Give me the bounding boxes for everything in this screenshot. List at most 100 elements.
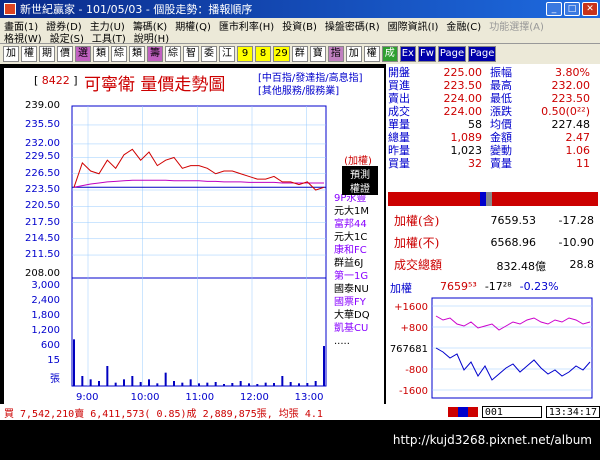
menu2-item-2[interactable]: 工具(T)	[88, 30, 130, 45]
window-title: 新世紀贏家 - 101/05/03 - 個股走勢：播報順序	[20, 3, 253, 16]
status-color-bar	[447, 407, 478, 417]
quote-cell: 223.50	[443, 79, 483, 92]
time-tick-label: 9:00	[76, 392, 99, 403]
toolbar-button-23[interactable]: Fw	[417, 46, 436, 62]
toolbar-button-0[interactable]: 加	[3, 46, 19, 62]
warrant-item[interactable]: 元大1M	[334, 205, 386, 218]
menu2-item-1[interactable]: 設定(S)	[46, 30, 88, 45]
volume-tick-label: 3,000	[31, 280, 60, 291]
mini-index-label: 加權	[390, 282, 412, 295]
quote-cell: 買量	[388, 157, 410, 170]
quote-cell: 賣量	[490, 157, 512, 170]
time-tick-label: 12:00	[240, 392, 269, 403]
price-tick-label: 229.50	[25, 151, 60, 163]
price-tick-label: 214.50	[25, 232, 60, 244]
warrant-item[interactable]: 元大1C	[334, 231, 386, 244]
turnover-label: 成交總額	[394, 258, 443, 272]
volume-tick-label: 1,800	[31, 310, 60, 321]
toolbar-button-3[interactable]: 價	[57, 46, 73, 62]
quote-cell: 225.00	[443, 66, 483, 79]
warrant-item[interactable]: 富邦44	[334, 218, 386, 231]
mini-tick-label: +800	[401, 323, 428, 334]
menu2-item-0[interactable]: 格視(W)	[0, 30, 46, 45]
price-tick-label: 235.50	[25, 118, 60, 130]
toolbar-button-5[interactable]: 類	[93, 46, 109, 62]
quote-row: 總量 1,089 金額 2.47	[386, 131, 600, 144]
toolbar-button-20[interactable]: 權	[363, 46, 380, 62]
quote-row: 單量 58 均價 227.48	[386, 118, 600, 131]
quote-cell: 總量	[388, 131, 410, 144]
minimize-button[interactable]: _	[546, 2, 562, 16]
quote-cell: 昨量	[388, 144, 410, 157]
watermark-url: http://kujd3268.pixnet.net/album	[0, 420, 600, 450]
toolbar-button-12[interactable]: 江	[219, 46, 235, 62]
index-label-excl: 加權(不)	[394, 236, 440, 250]
menu-item-5[interactable]: 匯市利率(H)	[215, 18, 278, 33]
maximize-button[interactable]: □	[564, 2, 580, 16]
turnover-value: 832.48億	[496, 260, 547, 273]
mini-index-line-2	[435, 315, 591, 331]
toolbar-button-22[interactable]: Ex	[399, 46, 416, 62]
quote-row: 買進 223.50 最高 232.00	[386, 79, 600, 92]
menu-item-9[interactable]: 金融(C)	[442, 18, 485, 33]
warrant-item[interactable]: 凱基CU	[334, 322, 386, 335]
warrant-item[interactable]: 大華DQ	[334, 309, 386, 322]
warrant-item[interactable]: .....	[334, 335, 386, 348]
close-button[interactable]: ✕	[582, 2, 598, 16]
toolbar-button-7[interactable]: 類	[129, 46, 145, 62]
toolbar-button-21[interactable]: 成	[381, 46, 398, 62]
toolbar-button-13[interactable]: 9	[237, 46, 253, 62]
mini-index-chart: +1600 +800 767681 -800 -1600	[390, 296, 596, 402]
quote-row: 賣出 224.00 最低 223.50	[386, 92, 600, 105]
mini-tick-label: -1600	[399, 386, 428, 397]
toolbar-button-19[interactable]: 加	[345, 46, 362, 62]
price-tick-label: 232.00	[25, 137, 60, 149]
menu-item-7[interactable]: 操盤密碼(R)	[321, 18, 384, 33]
trade-summary: 買 7,542,210賣 6,411,573( 0.85)成 2,889,875…	[4, 408, 323, 420]
clock: 13:34:17	[545, 406, 600, 418]
warrant-item[interactable]: 國票FY	[334, 296, 386, 309]
side-head-2: 權證	[342, 180, 378, 195]
menu-item-8[interactable]: 國際資訊(I)	[384, 18, 443, 33]
warrant-item[interactable]: 群益6J	[334, 257, 386, 270]
menu-item-6[interactable]: 投資(B)	[278, 18, 321, 33]
toolbar-button-6[interactable]: 綜	[111, 46, 127, 62]
price-line	[73, 148, 325, 191]
price-tick-label: 239.00	[25, 100, 60, 111]
toolbar-button-4[interactable]: 選	[75, 46, 91, 62]
menu-item-10[interactable]: 功能選擇(A)	[485, 18, 548, 33]
turnover-change: 28.8	[569, 258, 595, 271]
toolbar-button-17[interactable]: 寶	[309, 46, 326, 62]
quote-row: 成交 224.00 漲跌 0.50(0²²)	[386, 105, 600, 118]
quote-cell: 223.50	[551, 92, 591, 105]
toolbar-button-2[interactable]: 期	[39, 46, 55, 62]
index-value-excl: 6568.96	[490, 236, 537, 249]
toolbar-button-1[interactable]: 權	[21, 46, 37, 62]
warrant-item[interactable]: 國泰NU	[334, 283, 386, 296]
code-input[interactable]: 001	[481, 406, 542, 418]
toolbar-button-15[interactable]: 29	[273, 46, 290, 62]
volume-tick-label: 15	[47, 355, 60, 366]
volume-tick-label: 1,200	[31, 325, 60, 336]
toolbar-button-10[interactable]: 智	[183, 46, 199, 62]
quote-cell: 2.47	[565, 131, 591, 144]
toolbar-button-14[interactable]: 8	[255, 46, 271, 62]
toolbar-button-11[interactable]: 委	[201, 46, 217, 62]
warrant-item[interactable]: 康和FC	[334, 244, 386, 257]
quote-cell: 1,023	[450, 144, 483, 157]
toolbar-button-25[interactable]: Page	[468, 46, 497, 62]
time-tick-label: 13:00	[294, 392, 324, 403]
warrant-item[interactable]: 第一1G	[334, 270, 386, 283]
mini-index-change: -17²⁸	[484, 280, 512, 293]
mini-tick-label: -800	[405, 365, 428, 376]
toolbar-button-8[interactable]: 籌	[147, 46, 163, 62]
toolbar-button-24[interactable]: Page	[437, 46, 467, 62]
mini-index-header: 加權 7659⁵³ -17²⁸ -0.23%	[390, 280, 600, 296]
toolbar-button-18[interactable]: 指	[327, 46, 344, 62]
toolbar-button-16[interactable]: 群	[291, 46, 308, 62]
side-head-0: (加權)	[344, 156, 372, 167]
quote-cell: 227.48	[551, 118, 591, 131]
toolbar-button-9[interactable]: 綜	[165, 46, 181, 62]
menu-item-4[interactable]: 期權(Q)	[171, 18, 215, 33]
menu2-item-3[interactable]: 說明(H)	[130, 30, 173, 45]
